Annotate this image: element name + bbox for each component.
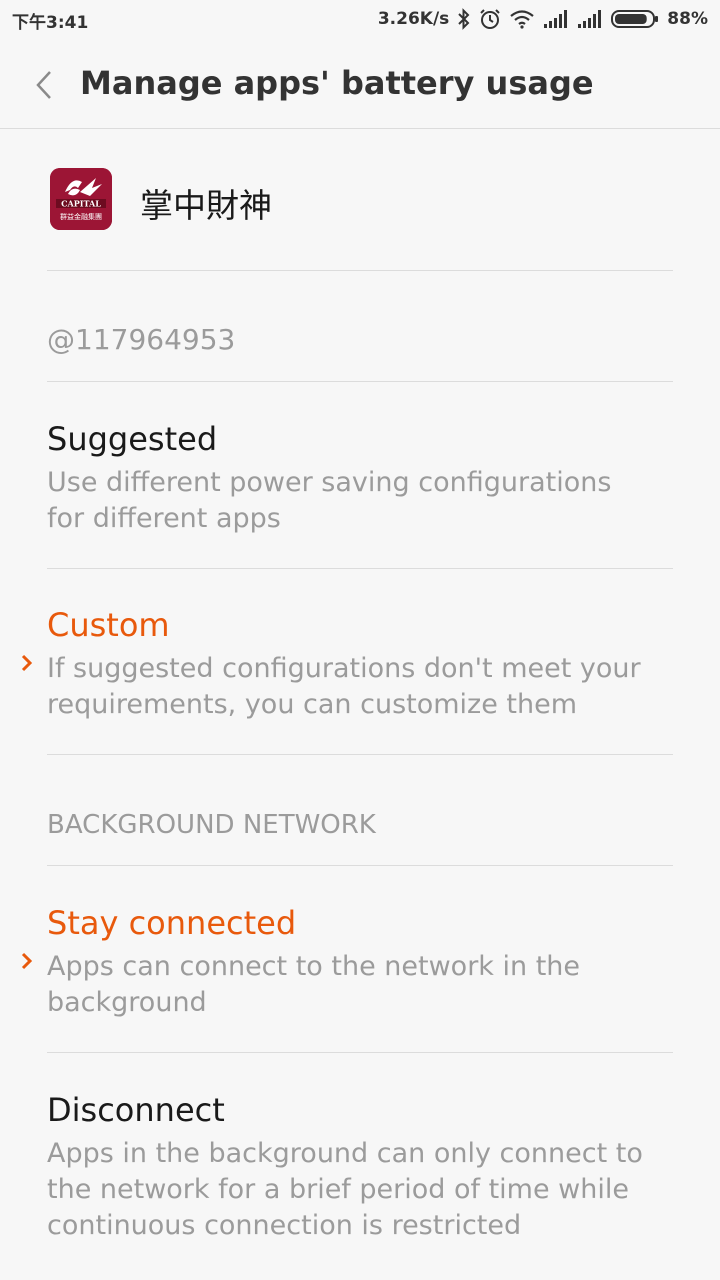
option-stay-connected-title: Stay connected (47, 904, 297, 942)
option-suggested[interactable]: Suggested Use different power saving con… (47, 381, 673, 569)
account-row: @117964953 (47, 270, 673, 382)
option-stay-connected[interactable]: Stay connected Apps can connect to the n… (21, 865, 673, 1053)
app-icon-sublabel: 群益金融集團 (60, 212, 102, 221)
battery-icon (611, 9, 659, 29)
status-bar: 下午3:41 3.26K/s 88% (0, 0, 720, 40)
status-time: 下午3:41 (12, 13, 89, 33)
selected-chevron-icon (20, 653, 34, 673)
page-title: Manage apps' battery usage (80, 64, 594, 102)
bluetooth-icon (457, 8, 471, 30)
option-stay-connected-desc: Apps can connect to the network in the b… (47, 951, 581, 1018)
app-icon-label: CAPITAL (61, 199, 101, 209)
battery-percent: 88% (667, 9, 708, 29)
option-disconnect-title: Disconnect (47, 1091, 225, 1129)
back-arrow-icon[interactable] (30, 68, 60, 102)
app-name: 掌中財神 (140, 186, 272, 225)
app-info-row: CAPITAL 群益金融集團 掌中財神 (47, 167, 673, 271)
selected-chevron-icon (20, 951, 34, 971)
option-custom[interactable]: Custom If suggested configurations don't… (21, 568, 673, 755)
option-suggested-desc: Use different power saving configuration… (47, 467, 612, 534)
section-header-background-network: BACKGROUND NETWORK (47, 754, 673, 866)
signal-icon (577, 10, 603, 28)
alarm-icon (479, 8, 501, 30)
option-suggested-title: Suggested (47, 420, 218, 458)
account-id: @117964953 (47, 323, 236, 356)
status-icons: 3.26K/s 88% (378, 6, 708, 32)
wifi-icon (509, 9, 535, 29)
section-header-label: BACKGROUND NETWORK (47, 810, 376, 840)
option-disconnect[interactable]: Disconnect Apps in the background can on… (47, 1052, 673, 1280)
option-custom-desc: If suggested configurations don't meet y… (47, 653, 641, 720)
app-icon: CAPITAL 群益金融集團 (50, 168, 112, 230)
network-speed: 3.26K/s (377, 9, 450, 29)
option-disconnect-desc: Apps in the background can only connect … (47, 1138, 643, 1241)
signal-icon (543, 10, 569, 28)
header: Manage apps' battery usage (0, 40, 720, 129)
option-custom-title: Custom (47, 606, 170, 644)
